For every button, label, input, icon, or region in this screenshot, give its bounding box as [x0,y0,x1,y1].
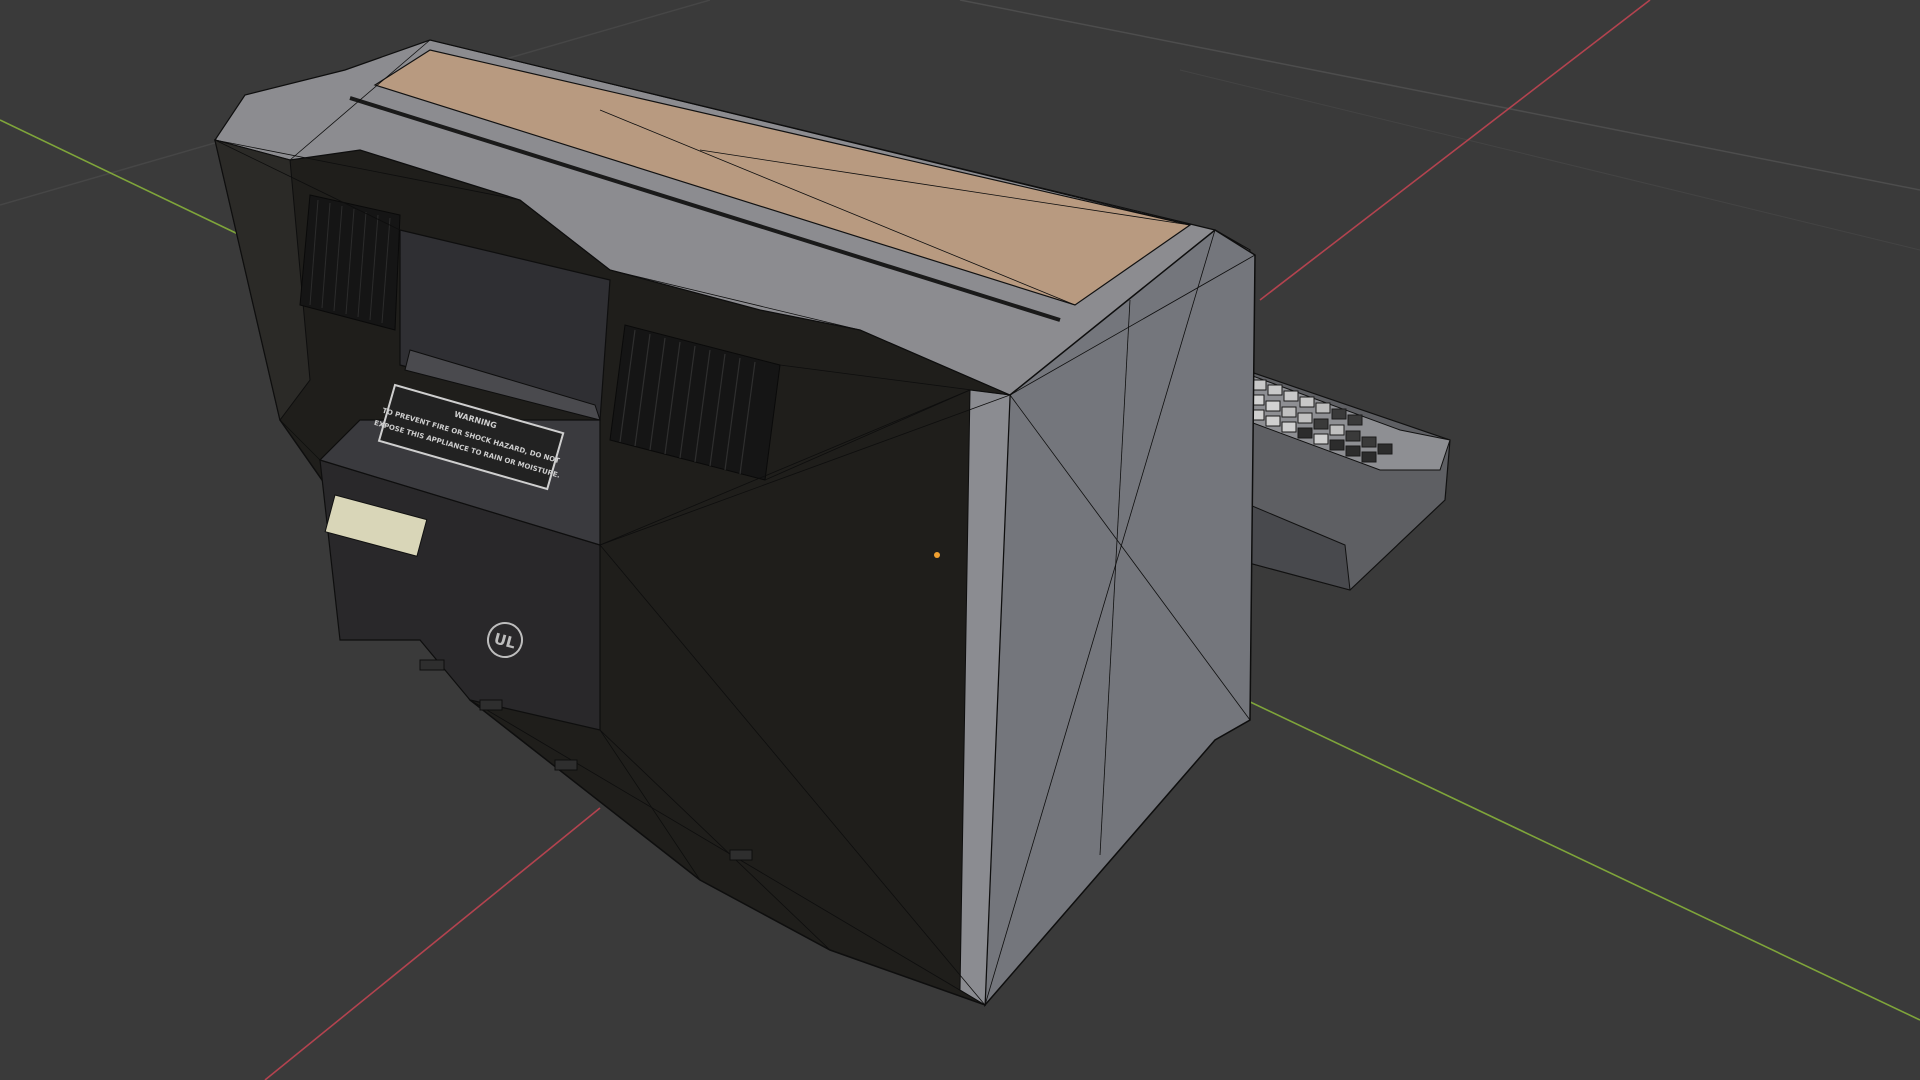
x-axis-line [264,807,601,1080]
y-axis-line [0,119,241,236]
y-axis-line [1224,689,1920,1021]
scene-canvas[interactable]: WARNING TO PREVENT FIRE OR SHOCK HAZARD,… [0,0,1920,1080]
grid-line [1179,69,1920,251]
x-axis-line [1259,0,1651,301]
crt-monitor-model[interactable]: WARNING TO PREVENT FIRE OR SHOCK HAZARD,… [214,39,1256,1008]
3d-viewport[interactable]: WARNING TO PREVENT FIRE OR SHOCK HAZARD,… [0,0,1920,1080]
keyboard-model[interactable] [1237,369,1451,591]
object-origin-marker [934,552,940,558]
